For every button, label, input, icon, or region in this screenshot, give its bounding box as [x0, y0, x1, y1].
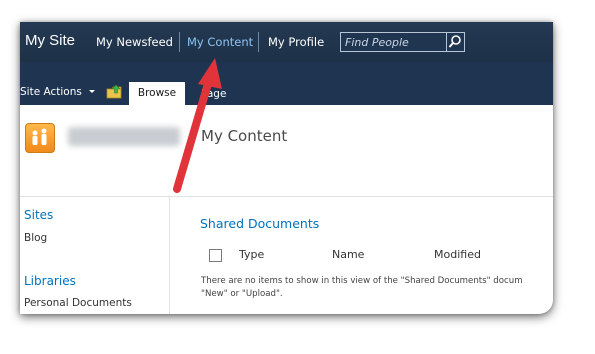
screenshot-frame: My Site My Newsfeed My Content My Profil…	[20, 22, 553, 314]
annotation-arrow	[173, 58, 222, 193]
